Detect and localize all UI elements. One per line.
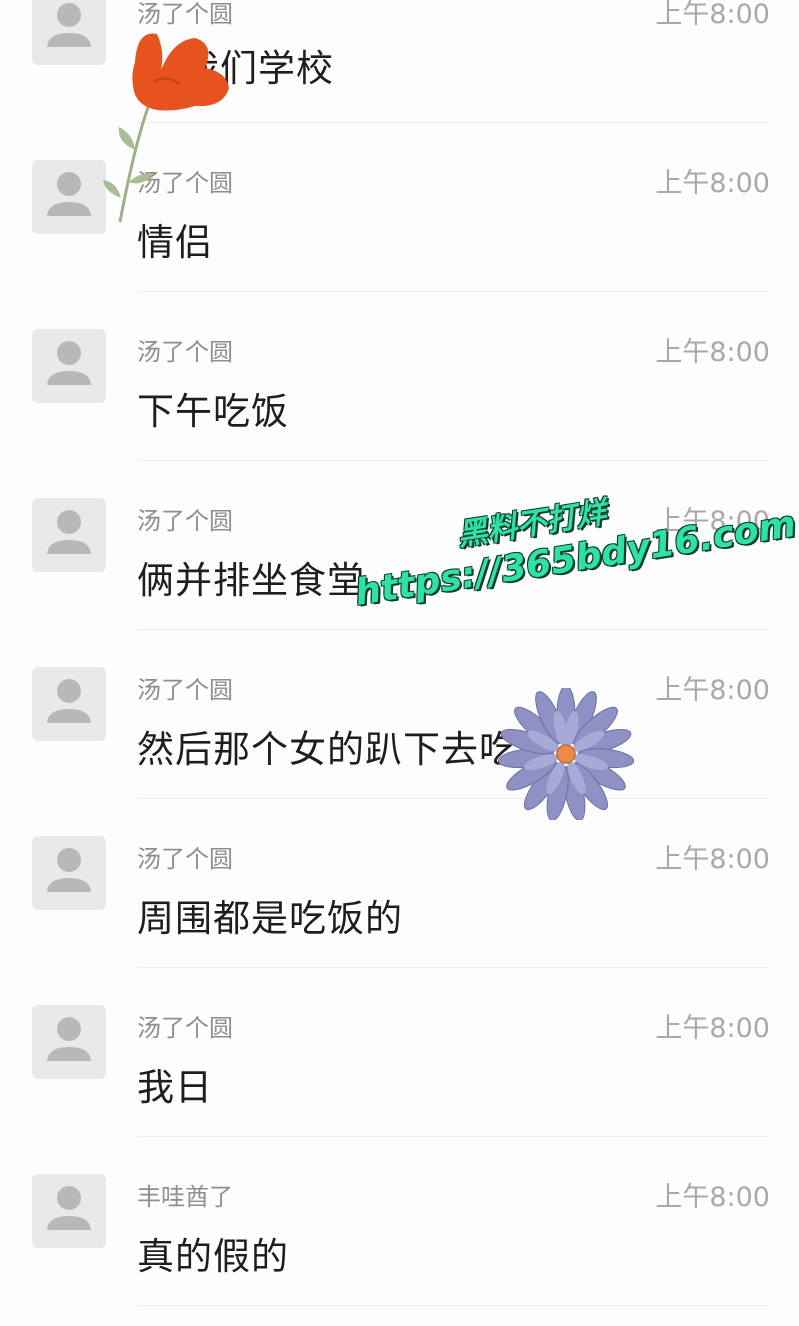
sender-name: 汤了个圆 xyxy=(137,338,233,366)
default-avatar-icon[interactable] xyxy=(32,498,106,572)
message-text[interactable]: 下午吃饭 xyxy=(137,381,289,435)
message-time: 上午8:00 xyxy=(655,844,770,875)
sender-name: 汤了个圆 xyxy=(137,1014,233,1042)
message-time: 上午8:00 xyxy=(655,1182,770,1213)
message-text[interactable]: 情侣 xyxy=(137,212,213,266)
message-row[interactable]: 丰哇酋了 上午8:00 真的假的 xyxy=(0,1137,799,1306)
message-time: 上午8:00 xyxy=(655,168,770,199)
default-avatar-icon[interactable] xyxy=(32,1005,106,1079)
message-row[interactable]: 汤了个圆 上午8:00 下午吃饭 xyxy=(0,292,799,461)
default-avatar-icon[interactable] xyxy=(32,667,106,741)
sender-name: 汤了个圆 xyxy=(137,0,233,28)
message-text[interactable]: 然后那个女的趴下去吃 xyxy=(137,719,517,773)
divider xyxy=(137,1305,770,1306)
sender-name: 汤了个圆 xyxy=(137,507,233,535)
sender-name: 丰哇酋了 xyxy=(137,1183,233,1211)
default-avatar-icon[interactable] xyxy=(32,1174,106,1248)
sender-name: 汤了个圆 xyxy=(137,676,233,704)
message-time: 上午8:00 xyxy=(655,675,770,706)
message-row[interactable]: 汤了个圆 上午8:00 然后那个女的趴下去吃 xyxy=(0,630,799,799)
message-row[interactable]: 汤了个圆 上午8:00 周围都是吃饭的 xyxy=(0,799,799,968)
message-text[interactable]: 俩并排坐食堂 xyxy=(137,550,365,604)
default-avatar-icon[interactable] xyxy=(32,836,106,910)
message-text[interactable]: 真的假的 xyxy=(137,1226,289,1280)
default-avatar-icon[interactable] xyxy=(32,0,106,65)
message-time: 上午8:00 xyxy=(655,337,770,368)
message-text[interactable]: 我日 xyxy=(137,1057,213,1111)
sender-name: 汤了个圆 xyxy=(137,169,233,197)
message-time: 上午8:00 xyxy=(655,1013,770,1044)
message-row[interactable]: 汤了个圆 上午8:00 情侣 xyxy=(0,123,799,292)
sender-name: 汤了个圆 xyxy=(137,845,233,873)
message-text[interactable]: 周围都是吃饭的 xyxy=(137,888,403,942)
chat-message-list[interactable]: 汤了个圆 上午8:00 我们学校 汤了个圆 上午8:00 情侣 汤了个圆 上午8… xyxy=(0,0,799,1326)
message-time: 上午8:00 xyxy=(655,0,770,30)
message-text[interactable]: 我们学校 xyxy=(182,38,334,92)
message-row[interactable]: 汤了个圆 上午8:00 我们学校 xyxy=(0,0,799,123)
default-avatar-icon[interactable] xyxy=(32,160,106,234)
default-avatar-icon[interactable] xyxy=(32,329,106,403)
message-row[interactable]: 汤了个圆 上午8:00 我日 xyxy=(0,968,799,1137)
